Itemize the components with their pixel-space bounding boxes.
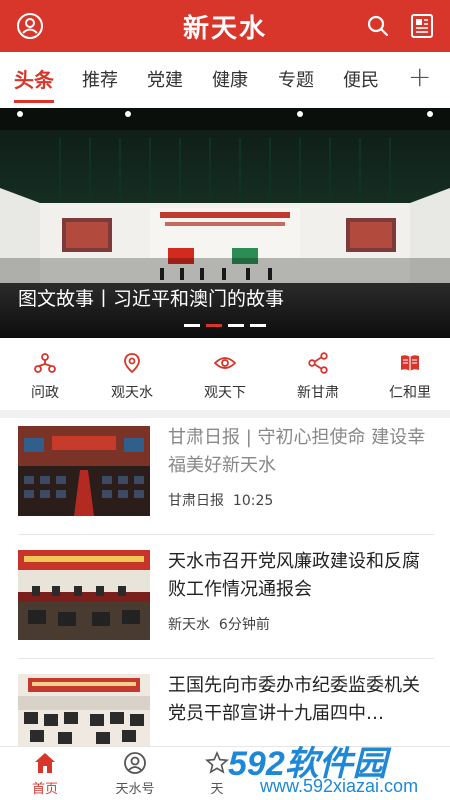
active-tab-indicator (14, 100, 54, 103)
news-item[interactable]: 王国先向市委办市纪委监委机关党员干部宣讲十九届四中… (0, 666, 450, 746)
home-icon (35, 753, 55, 773)
news-thumbnail (18, 674, 150, 746)
news-meta: 甘肃日报 10:25 (168, 490, 273, 510)
network-icon (34, 353, 56, 373)
quick-item-label: 观天水 (111, 385, 153, 401)
tab-toutiao[interactable]: 头条 (14, 64, 54, 93)
news-title: 甘肃日报 | 守初心担使命 建设幸福美好新天水 (168, 427, 426, 476)
quick-item-xinganshu[interactable]: 新甘肃 (283, 352, 353, 402)
quick-item-label: 问政 (31, 385, 59, 401)
banner-caption[interactable]: 图文故事丨习近平和澳门的故事 (18, 284, 284, 311)
eye-icon (214, 357, 236, 369)
app-header: 新天水 (0, 0, 450, 52)
divider (18, 658, 434, 659)
tab-jiankang[interactable]: 健康 (212, 66, 248, 92)
share-icon (308, 352, 328, 374)
watermark: 592软件园 www.592xiazai.com (228, 736, 450, 800)
news-title: 王国先向市委办市纪委监委机关党员干部宣讲十九届四中… (168, 675, 420, 724)
bottom-tab-tianshuihao[interactable]: 天水号 (100, 751, 170, 797)
location-pin-icon (124, 353, 140, 374)
newspaper-icon[interactable] (408, 12, 436, 40)
carousel-dot (250, 324, 266, 327)
book-icon (401, 355, 419, 371)
carousel-dot (184, 324, 200, 327)
quick-item-label: 仁和里 (389, 385, 431, 401)
divider (18, 534, 434, 535)
search-icon[interactable] (364, 12, 392, 40)
news-source: 新天水 (168, 617, 210, 633)
news-time: 10:25 (232, 493, 274, 509)
add-channel-button[interactable]: + (408, 60, 431, 93)
news-thumbnail (18, 550, 150, 640)
tab-tuijian[interactable]: 推荐 (82, 66, 118, 92)
quick-item-wenzheng[interactable]: 问政 (10, 352, 80, 402)
channel-tabs: 头条 推荐 党建 健康 专题 便民 + (0, 52, 450, 108)
quick-item-label: 观天下 (204, 385, 246, 401)
account-icon (124, 752, 146, 774)
bottom-tab-label: 天水号 (115, 782, 155, 797)
news-time: 6分钟前 (218, 617, 270, 633)
tab-zhuanti[interactable]: 专题 (278, 66, 314, 92)
bottom-tab-label: 首页 (31, 782, 58, 797)
news-title: 天水市召开党风廉政建设和反腐败工作情况通报会 (168, 551, 420, 600)
tab-bianmin[interactable]: 便民 (343, 66, 379, 92)
section-separator (0, 410, 450, 418)
news-source: 甘肃日报 (168, 493, 224, 509)
tab-dangjian[interactable]: 党建 (147, 66, 183, 92)
quick-item-renheli[interactable]: 仁和里 (375, 352, 445, 402)
watermark-url: www.592xiazai.com (260, 776, 419, 796)
news-item[interactable]: 天水市召开党风廉政建设和反腐败工作情况通报会 新天水 6分钟前 (0, 542, 450, 666)
bottom-tab-home[interactable]: 首页 (10, 751, 80, 797)
quick-item-guantianshui[interactable]: 观天水 (97, 352, 167, 402)
quick-item-label: 新甘肃 (297, 385, 339, 401)
news-meta: 新天水 6分钟前 (168, 614, 270, 634)
carousel-dot (228, 324, 244, 327)
banner-carousel[interactable]: 图文故事丨习近平和澳门的故事 (0, 108, 450, 338)
news-thumbnail (18, 426, 150, 516)
quick-item-guantianxia[interactable]: 观天下 (190, 352, 260, 402)
news-item[interactable]: 甘肃日报 | 守初心担使命 建设幸福美好新天水 甘肃日报 10:25 (0, 418, 450, 542)
carousel-dot-active (206, 324, 222, 327)
star-icon (205, 751, 229, 774)
quick-nav: 问政 观天水 观天下 新甘肃 仁和里 (0, 338, 450, 410)
